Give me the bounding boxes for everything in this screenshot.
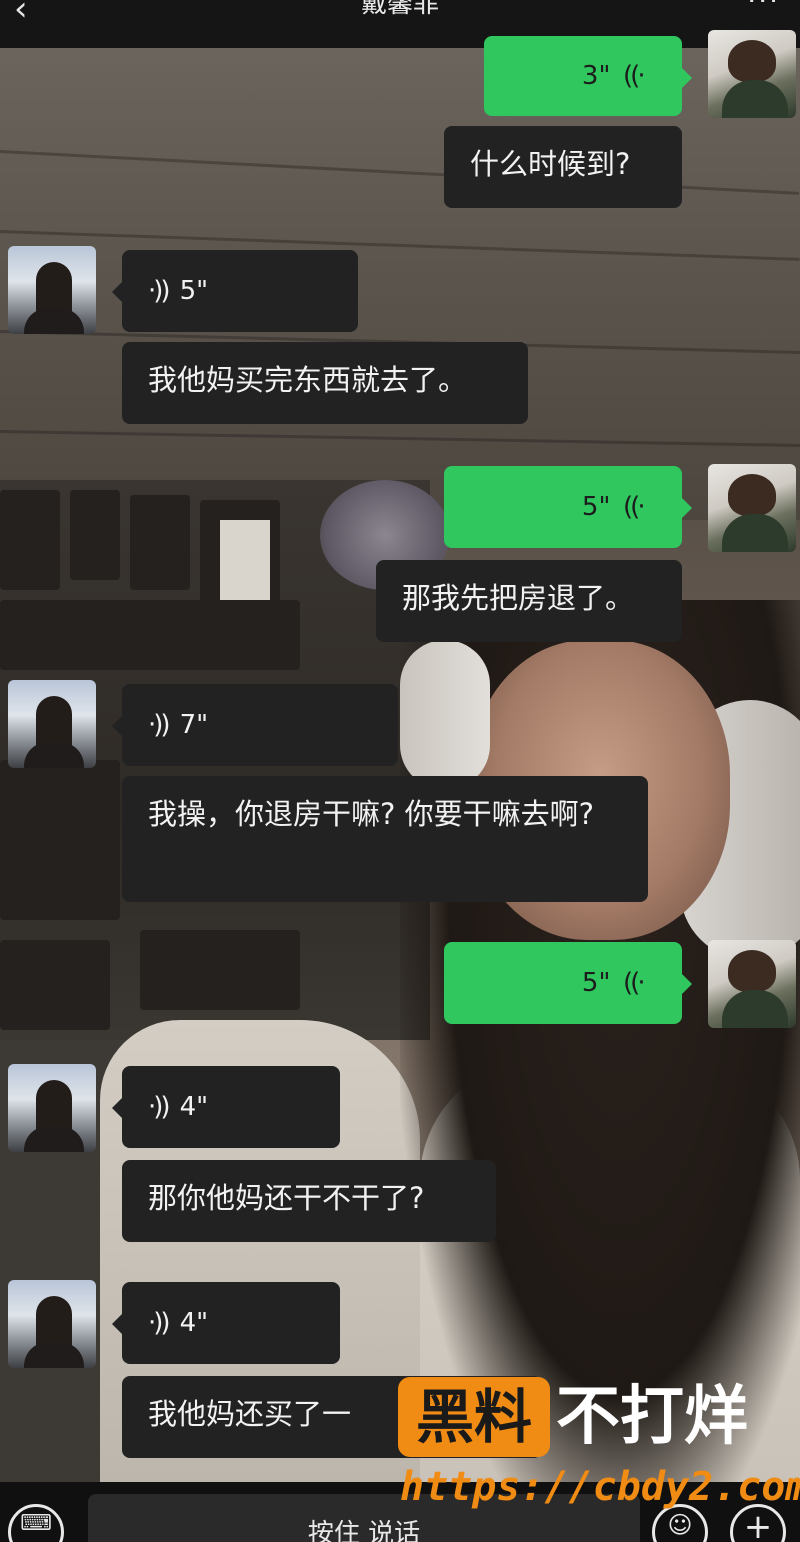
self-avatar[interactable] bbox=[708, 464, 796, 552]
voice-message-outgoing[interactable]: 5" ·)) bbox=[444, 942, 692, 1024]
message-text: 那你他妈还干不干了? bbox=[148, 1181, 425, 1215]
text-message-incoming: 我他妈买完东西就去了。 bbox=[122, 342, 528, 424]
chat-background-photo bbox=[0, 0, 800, 1542]
chat-title: 戴馨菲 bbox=[360, 0, 439, 19]
message-text: 我他妈还买了一 bbox=[148, 1397, 352, 1431]
voice-message-incoming[interactable]: ·)) 5" bbox=[112, 250, 358, 332]
text-message-incoming: 那你他妈还干不干了? bbox=[122, 1160, 496, 1242]
voice-duration: 5" bbox=[179, 276, 209, 306]
voice-message-outgoing[interactable]: 5" ·)) bbox=[444, 466, 692, 548]
voice-duration: 4" bbox=[179, 1092, 209, 1122]
contact-avatar[interactable] bbox=[8, 680, 96, 768]
voice-message-incoming[interactable]: ·)) 4" bbox=[112, 1282, 340, 1364]
voice-wave-icon: ·)) bbox=[148, 276, 170, 306]
voice-wave-icon: ·)) bbox=[148, 1308, 170, 1338]
message-text: 我操，你退房干嘛? 你要干嘛去啊? bbox=[148, 797, 595, 831]
contact-avatar[interactable] bbox=[8, 1064, 96, 1152]
text-message-outgoing: 什么时候到? bbox=[444, 126, 682, 208]
voice-duration: 5" bbox=[581, 492, 611, 522]
hold-to-talk-label: 按住 说话 bbox=[307, 1519, 421, 1542]
watermark-text: 不打烊 bbox=[556, 1380, 748, 1454]
voice-duration: 5" bbox=[581, 968, 611, 998]
message-text: 我他妈买完东西就去了。 bbox=[148, 363, 468, 397]
contact-avatar[interactable] bbox=[8, 1280, 96, 1368]
keyboard-icon[interactable]: ⌨ bbox=[8, 1504, 64, 1542]
text-message-incoming: 我操，你退房干嘛? 你要干嘛去啊? bbox=[122, 776, 648, 902]
voice-message-outgoing[interactable]: 3" ·)) bbox=[484, 36, 692, 116]
message-text: 那我先把房退了。 bbox=[402, 581, 635, 615]
voice-wave-icon: ·)) bbox=[148, 1092, 170, 1122]
watermark-logo-text: 黑料 bbox=[415, 1383, 532, 1451]
voice-wave-icon: ·)) bbox=[148, 710, 170, 740]
self-avatar[interactable] bbox=[708, 30, 796, 118]
watermark-logo-box: 黑料 bbox=[398, 1377, 550, 1457]
more-options-icon[interactable]: ··· bbox=[747, 0, 780, 16]
text-message-outgoing: 那我先把房退了。 bbox=[376, 560, 682, 642]
voice-wave-icon: ·)) bbox=[626, 492, 646, 522]
voice-wave-icon: ·)) bbox=[626, 61, 646, 91]
voice-message-incoming[interactable]: ·)) 4" bbox=[112, 1066, 340, 1148]
watermark-url: https://cbdy2.com bbox=[400, 1464, 800, 1510]
voice-duration: 4" bbox=[179, 1308, 209, 1338]
voice-duration: 3" bbox=[581, 61, 611, 91]
contact-avatar[interactable] bbox=[8, 246, 96, 334]
message-text: 什么时候到? bbox=[470, 147, 631, 181]
self-avatar[interactable] bbox=[708, 940, 796, 1028]
voice-wave-icon: ·)) bbox=[626, 968, 646, 998]
voice-duration: 7" bbox=[179, 710, 209, 740]
voice-message-incoming[interactable]: ·)) 7" bbox=[112, 684, 398, 766]
